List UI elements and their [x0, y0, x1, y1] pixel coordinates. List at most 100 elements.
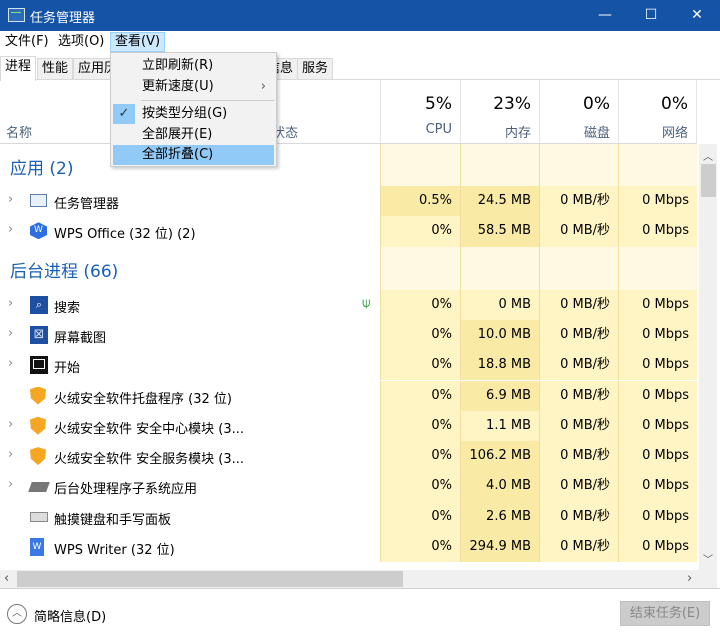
process-row[interactable]: › ⌕ 搜索 ⍦ 0% 0 MB 0 MB/秒 0 Mbps [0, 289, 697, 320]
group-header[interactable]: 应用 (2) [0, 144, 697, 186]
mem-cell: 6.9 MB [460, 380, 539, 411]
wps-office-icon: W [30, 222, 48, 240]
scroll-right-icon[interactable]: › [687, 571, 692, 586]
process-list: 应用 (2) › 任务管理器 0.5% 24.5 MB 0 MB/秒 0 Mbps › W WPS… [0, 144, 697, 570]
menu-item-label: 全部折叠(C) [142, 147, 214, 162]
menu-item-label: 按类型分组(G) [142, 106, 228, 121]
mem-cell: 106.2 MB [460, 441, 539, 472]
cpu-cell: 0% [380, 216, 460, 247]
horizontal-scroll-thumb[interactable] [17, 571, 403, 587]
net-cell: 0 Mbps [618, 186, 697, 217]
wps-writer-icon: W [30, 538, 48, 556]
cpu-cell: 0.5% [380, 186, 460, 217]
disk-cell: 0 MB/秒 [539, 501, 618, 532]
menu-bar: 文件(F) 选项(O) 查看(V) [0, 31, 720, 53]
huorong-shield-icon [30, 386, 48, 405]
menu-separator [141, 100, 274, 101]
process-row[interactable]: › W WPS Office (32 位) (2) 0% 58.5 MB 0 MB/秒 0 … [0, 216, 697, 247]
disk-cell: 0 MB/秒 [539, 319, 618, 351]
fewer-details-link[interactable]: 简略信息(D) [34, 606, 106, 625]
mem-cell: 4.0 MB [460, 471, 539, 502]
expand-chevron-icon[interactable]: › [8, 447, 13, 462]
minimize-button[interactable]: — [582, 0, 628, 31]
view-menu-dropdown: 立即刷新(R) 更新速度(U) › ✓ 按类型分组(G) 全部展开(E) 全部折叠(… [110, 52, 277, 167]
process-name: 触摸键盘和手写面板 [54, 512, 172, 528]
column-cpu[interactable]: 5% CPU [380, 80, 460, 143]
disk-cell: 0 MB/秒 [539, 380, 618, 411]
cpu-cell: 0% [380, 532, 460, 563]
mem-cell: 2.6 MB [460, 501, 539, 532]
column-disk[interactable]: 0% 磁盘 [539, 80, 618, 143]
process-row[interactable]: › 开始 0% 18.8 MB 0 MB/秒 0 Mbps [0, 350, 697, 381]
disk-cell: 0 MB/秒 [539, 441, 618, 472]
expand-chevron-icon[interactable]: › [8, 477, 13, 492]
scroll-up-icon[interactable]: ︿ [703, 148, 713, 163]
expand-chevron-icon[interactable]: › [8, 192, 13, 207]
menu-file[interactable]: 文件(F) [1, 32, 53, 52]
memory-label: 内存 [504, 126, 531, 141]
expand-chevron-icon[interactable]: › [8, 296, 13, 311]
process-row[interactable]: › 火绒安全软件 安全服务模块 (3... 0% 106.2 MB 0 MB/秒 0 Mb… [0, 441, 697, 472]
start-icon [30, 356, 48, 375]
process-row[interactable]: › 后台处理程序子系统应用 0% 4.0 MB 0 MB/秒 0 Mbps [0, 471, 697, 502]
menu-view[interactable]: 查看(V) [110, 32, 166, 52]
expand-chevron-icon[interactable]: › [8, 222, 13, 237]
process-name: 后台处理程序子系统应用 [54, 482, 198, 498]
cpu-cell: 0% [380, 319, 460, 351]
disk-cell: 0 MB/秒 [539, 471, 618, 502]
disk-label: 磁盘 [583, 126, 610, 141]
tab-processes[interactable]: 进程 [0, 56, 37, 81]
tab-services[interactable]: 服务 [297, 58, 334, 80]
mem-cell: 10.0 MB [460, 319, 539, 351]
end-task-button[interactable]: 结束任务(E) [620, 601, 710, 626]
menu-item-label: 更新速度(U) [142, 79, 214, 94]
expand-chevron-icon[interactable]: › [8, 356, 13, 371]
process-row[interactable]: › ⊠ 屏幕截图 0% 10.0 MB 0 MB/秒 0 Mbps [0, 319, 697, 351]
scroll-left-icon[interactable]: ‹ [4, 571, 9, 586]
process-row[interactable]: 触摸键盘和手写面板 0% 2.6 MB 0 MB/秒 0 Mbps [0, 501, 697, 532]
menu-options[interactable]: 选项(O) [54, 32, 108, 52]
memory-total: 23% [493, 94, 531, 114]
window-title: 任务管理器 [30, 11, 96, 26]
column-name[interactable]: 名称 [6, 122, 32, 141]
menu-item-expand-all[interactable]: 全部展开(E) [113, 125, 274, 145]
horizontal-scrollbar[interactable]: ‹ › [0, 570, 717, 588]
group-disk-cell [539, 144, 618, 186]
process-name: 火绒安全软件 安全中心模块 (3... [54, 421, 245, 437]
cpu-cell: 0% [380, 289, 460, 320]
tab-performance[interactable]: 性能 [37, 58, 74, 80]
column-network[interactable]: 0% 网络 [618, 80, 697, 143]
menu-item-update-speed[interactable]: 更新速度(U) › [113, 77, 274, 97]
column-memory[interactable]: 23% 内存 [460, 80, 539, 143]
tab-bar: 进程 性能 应用历史记录 启动 用户 详细信息 服务 [0, 56, 720, 81]
menu-item-collapse-all[interactable]: 全部折叠(C) [113, 145, 274, 165]
scroll-down-icon[interactable]: ﹀ [703, 551, 713, 566]
expand-chevron-icon[interactable]: › [8, 417, 13, 432]
group-cpu-cell [380, 246, 460, 290]
process-row[interactable]: › 火绒安全软件 安全中心模块 (3... 0% 1.1 MB 0 MB/秒 0 Mbps [0, 410, 697, 442]
process-row[interactable]: › 任务管理器 0.5% 24.5 MB 0 MB/秒 0 Mbps [0, 186, 697, 217]
cpu-label: CPU [425, 122, 452, 137]
net-cell: 0 Mbps [618, 289, 697, 320]
close-button[interactable]: ✕ [674, 0, 720, 31]
menu-item-refresh-now[interactable]: 立即刷新(R) [113, 56, 274, 76]
group-header[interactable]: 后台进程 (66) [0, 246, 697, 290]
task-manager-icon [8, 8, 25, 22]
maximize-button[interactable]: ☐ [628, 0, 674, 31]
menu-item-group-by-type[interactable]: ✓ 按类型分组(G) [113, 104, 274, 124]
disk-cell: 0 MB/秒 [539, 532, 618, 563]
expand-chevron-icon[interactable]: › [8, 326, 13, 341]
vertical-scroll-thumb[interactable] [701, 164, 716, 197]
cpu-total: 5% [425, 94, 452, 114]
group-cpu-cell [380, 144, 460, 186]
process-row[interactable]: 火绒安全软件托盘程序 (32 位) 0% 6.9 MB 0 MB/秒 0 Mbps [0, 380, 697, 411]
process-name: 搜索 [54, 300, 81, 316]
cpu-cell: 0% [380, 471, 460, 502]
net-cell: 0 Mbps [618, 350, 697, 381]
vertical-scrollbar[interactable]: ︿ ﹀ [699, 144, 717, 570]
chevron-up-circle-icon[interactable]: ︿ [7, 604, 27, 624]
group-mem-cell [460, 144, 539, 186]
disk-total: 0% [583, 94, 610, 114]
suspended-leaf-icon: ⍦ [362, 294, 371, 311]
process-row[interactable]: W WPS Writer (32 位) 0% 294.9 MB 0 MB/秒 0 Mbps [0, 532, 697, 563]
